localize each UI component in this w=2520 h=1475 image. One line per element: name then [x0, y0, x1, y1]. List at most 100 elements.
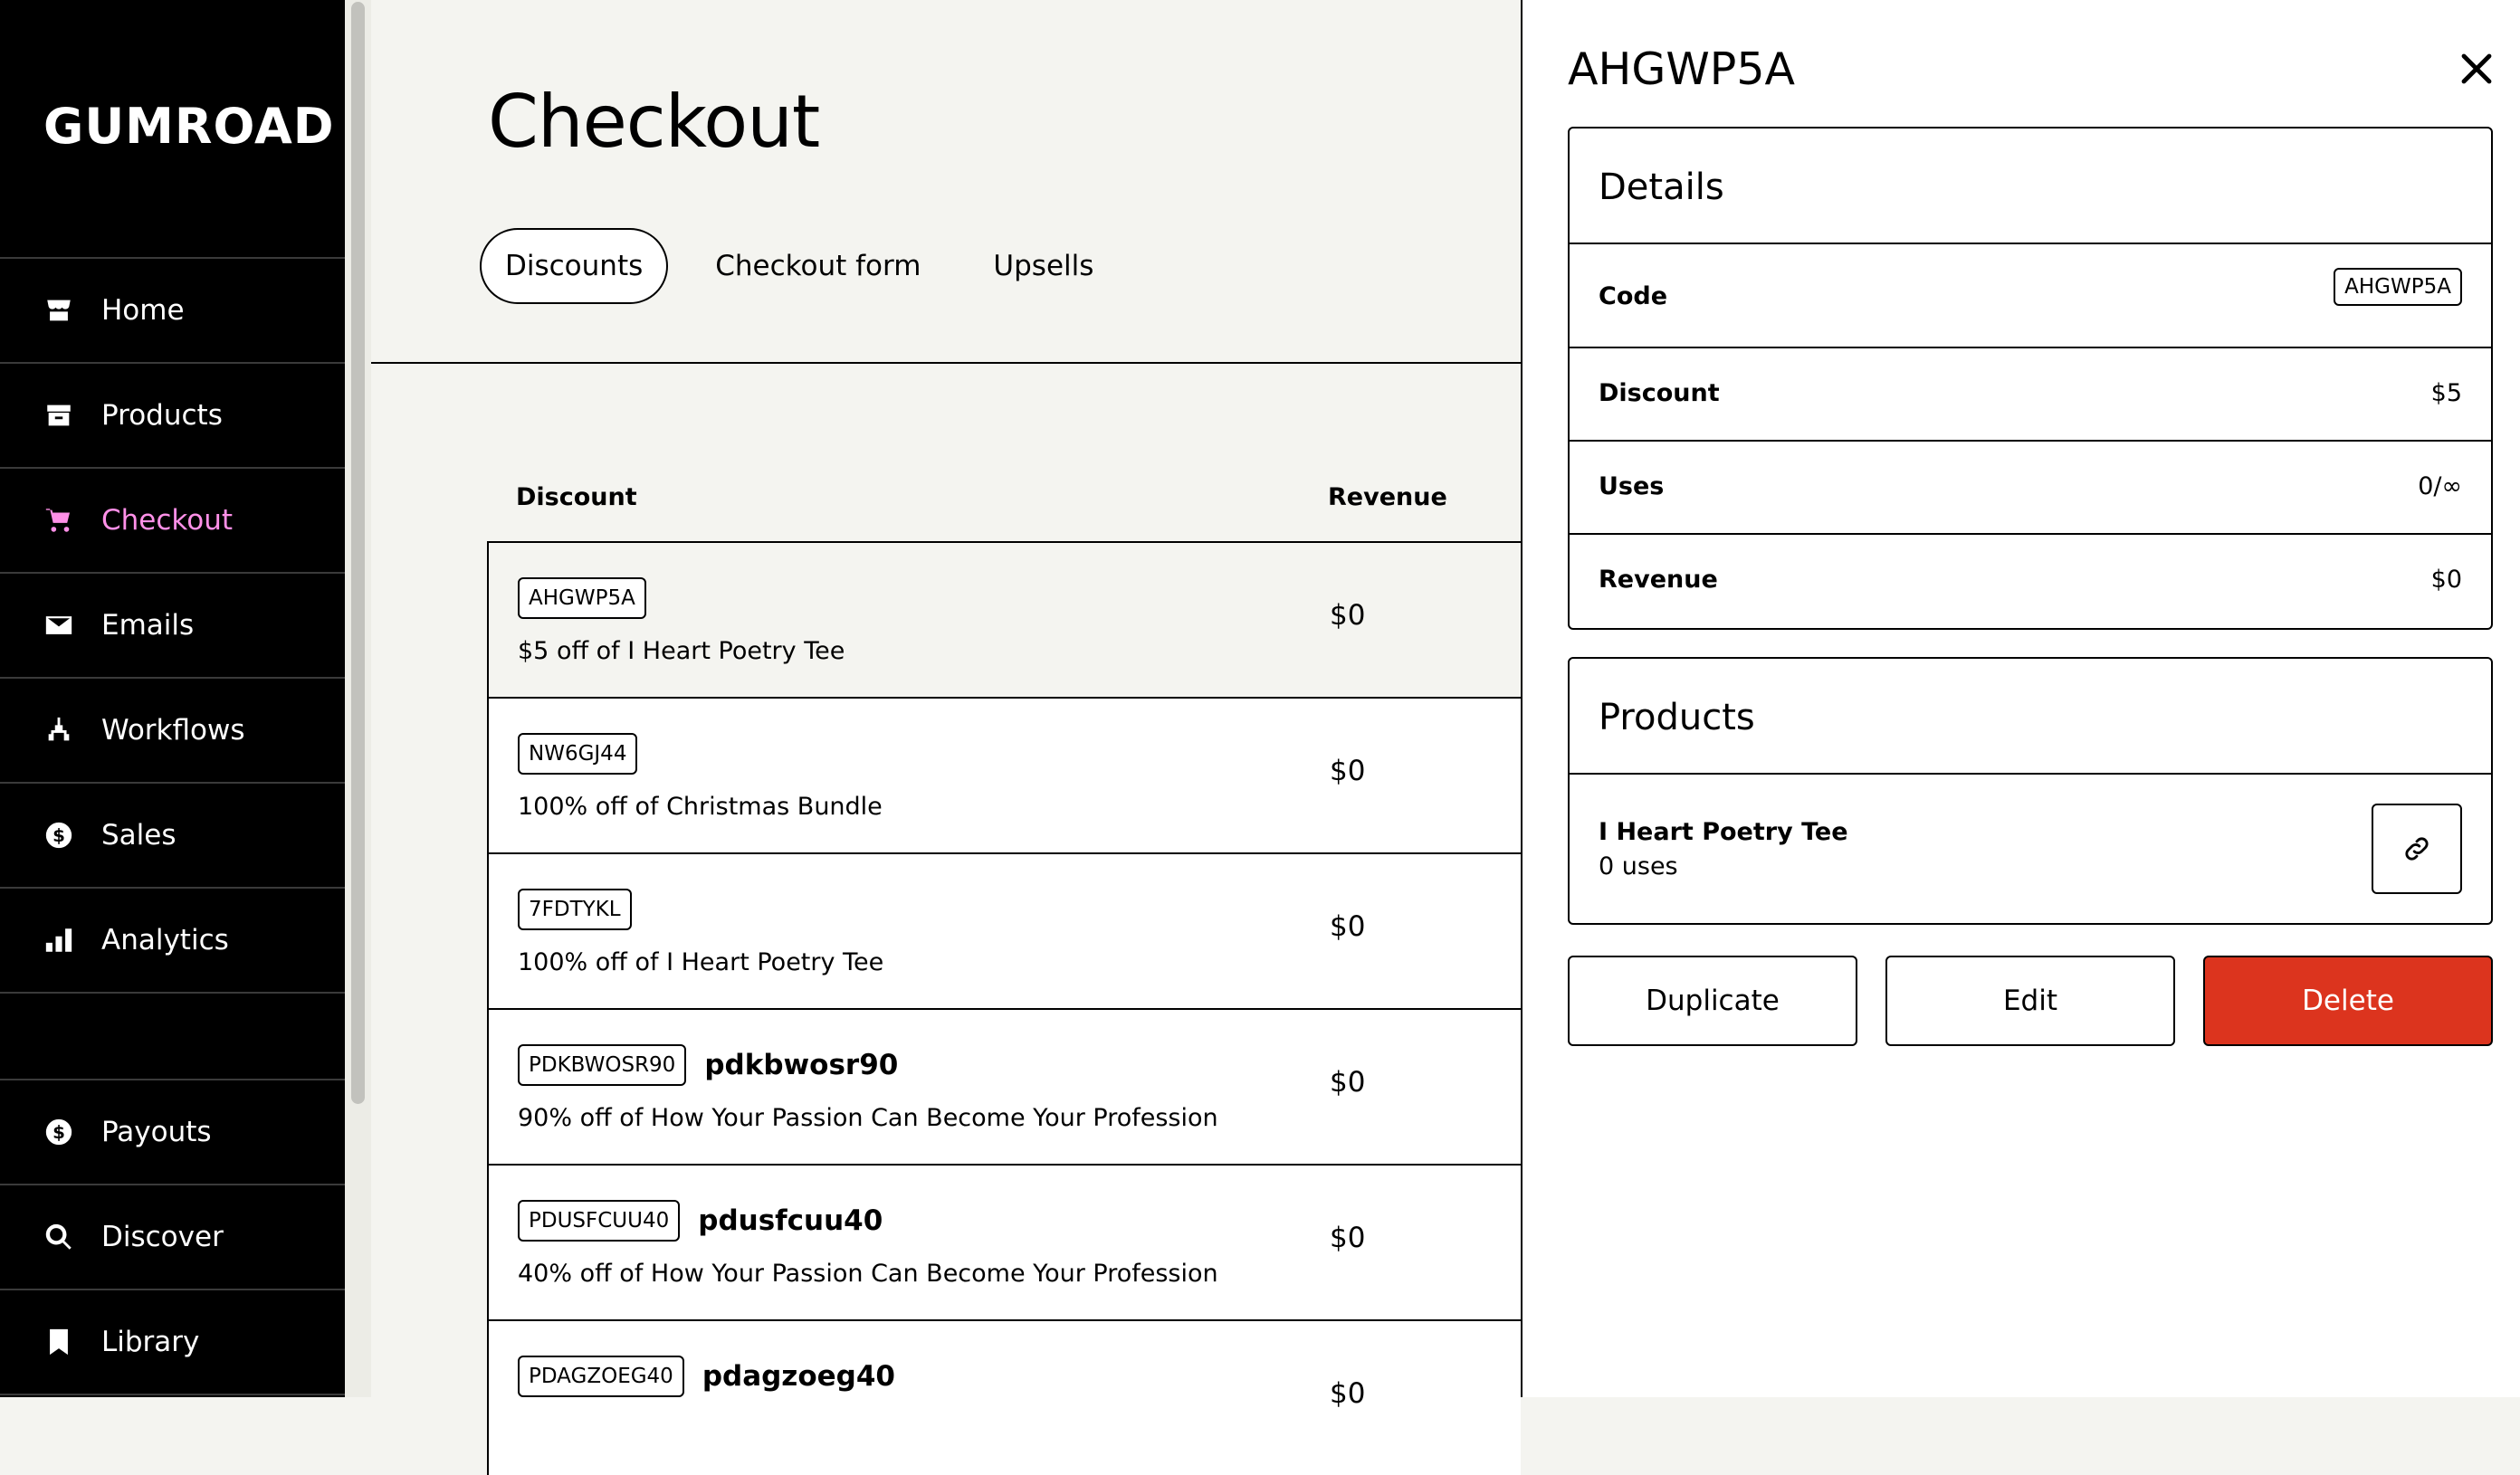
discount-description: $5 off of I Heart Poetry Tee: [518, 637, 845, 665]
discount-revenue: $0: [1330, 910, 1366, 943]
discount-detail-drawer: AHGWP5A Details Code AHGWP5A Discount $5…: [1521, 0, 2520, 1397]
drawer-title: AHGWP5A: [1568, 43, 1796, 95]
discount-code-badge: PDKBWOSR90: [518, 1044, 687, 1086]
sidebar: GUMROAD Home Products Checkout Emails Wo…: [0, 0, 345, 1397]
delete-button[interactable]: Delete: [2203, 956, 2493, 1046]
sidebar-item-library[interactable]: Library: [0, 1289, 345, 1394]
link-icon: [2405, 837, 2429, 861]
sidebar-item-label: Emails: [101, 609, 195, 642]
discount-code-badge: PDUSFCUU40: [518, 1200, 681, 1242]
sidebar-item-label: Payouts: [101, 1116, 212, 1148]
search-icon: [45, 1223, 72, 1250]
bar-chart-icon: [45, 928, 72, 952]
duplicate-button[interactable]: Duplicate: [1568, 956, 1857, 1046]
sidebar-item-discover[interactable]: Discover: [0, 1184, 345, 1289]
tab-upsells[interactable]: Upsells: [968, 228, 1119, 304]
sidebar-item-label: Products: [101, 399, 223, 432]
main-content: Checkout Discounts Checkout form Upsells…: [371, 0, 1521, 1475]
header-divider: [371, 362, 1521, 364]
detail-code: Code AHGWP5A: [1570, 244, 2491, 348]
discount-name: pdagzoeg40: [702, 1360, 895, 1393]
sidebar-item-label: Analytics: [101, 924, 229, 956]
discount-revenue: $0: [1330, 599, 1366, 632]
sidebar-item-sales[interactable]: $ Sales: [0, 782, 345, 887]
sidebar-item-emails[interactable]: Emails: [0, 572, 345, 677]
discount-code-badge: NW6GJ44: [518, 733, 638, 775]
discount-name: pdusfcuu40: [698, 1204, 883, 1237]
table-row[interactable]: AHGWP5A $5 off of I Heart Poetry Tee $0: [487, 541, 1521, 697]
sidebar-item-home[interactable]: Home: [0, 257, 345, 362]
detail-label: Revenue: [1599, 566, 1718, 594]
details-card: Details Code AHGWP5A Discount $5 Uses 0/…: [1568, 127, 2493, 630]
discount-code-badge: 7FDTYKL: [518, 889, 632, 930]
sidebar-item-label: Sales: [101, 819, 177, 852]
detail-label: Discount: [1599, 379, 1720, 407]
tab-checkout-form[interactable]: Checkout form: [690, 228, 946, 304]
table-row[interactable]: PDAGZOEG40 pdagzoeg40 $0: [487, 1319, 1521, 1475]
dollar-circle-icon: $: [45, 1118, 72, 1146]
envelope-icon: [45, 616, 72, 634]
products-card: Products I Heart Poetry Tee 0 uses: [1568, 657, 2493, 925]
column-header-revenue[interactable]: Revenue: [1328, 483, 1447, 511]
details-heading: Details: [1570, 128, 2491, 244]
cart-icon: [45, 509, 71, 532]
gumroad-logo[interactable]: GUMROAD: [43, 98, 335, 155]
sidebar-item-analytics[interactable]: Analytics: [0, 887, 345, 992]
discount-revenue: $0: [1330, 1222, 1366, 1254]
discount-revenue: $0: [1330, 1066, 1366, 1099]
table-header: Discount Revenue: [487, 471, 1521, 541]
detail-discount: Discount $5: [1570, 348, 2491, 442]
sidebar-item-payouts[interactable]: $ Payouts: [0, 1079, 345, 1184]
workflow-icon: [48, 717, 70, 741]
sidebar-divider: [0, 992, 345, 994]
sidebar-item-products[interactable]: Products: [0, 362, 345, 467]
sidebar-divider: [0, 1394, 345, 1395]
detail-value: $5: [2430, 379, 2462, 407]
scrollbar-thumb[interactable]: [351, 2, 365, 1104]
svg-text:$: $: [52, 825, 65, 846]
discount-revenue: $0: [1330, 1377, 1366, 1410]
discount-description: 100% off of I Heart Poetry Tee: [518, 948, 884, 976]
sidebar-item-label: Checkout: [101, 504, 234, 537]
close-icon: [2461, 53, 2492, 84]
checkout-tabs: Discounts Checkout form Upsells: [480, 228, 1141, 304]
discount-code-badge: AHGWP5A: [518, 577, 646, 619]
sidebar-item-label: Library: [101, 1326, 200, 1358]
table-row[interactable]: PDUSFCUU40 pdusfcuu40 40% off of How You…: [487, 1164, 1521, 1319]
discount-description: 40% off of How Your Passion Can Become Y…: [518, 1260, 1218, 1288]
discount-code-badge: PDAGZOEG40: [518, 1356, 684, 1397]
sidebar-item-label: Workflows: [101, 714, 245, 747]
product-uses: 0 uses: [1599, 852, 1678, 880]
copy-link-button[interactable]: [2372, 804, 2462, 894]
sidebar-item-workflows[interactable]: Workflows: [0, 677, 345, 782]
bookmark-icon: [50, 1328, 68, 1356]
sidebar-item-label: Home: [101, 294, 185, 327]
discount-name: pdkbwosr90: [704, 1049, 899, 1081]
dollar-circle-icon: $: [45, 822, 72, 849]
page-title: Checkout: [488, 80, 820, 164]
product-item: I Heart Poetry Tee 0 uses: [1570, 775, 2491, 923]
detail-label: Uses: [1599, 472, 1665, 500]
tab-discounts[interactable]: Discounts: [480, 228, 669, 304]
discount-description: 90% off of How Your Passion Can Become Y…: [518, 1104, 1218, 1132]
products-heading: Products: [1570, 659, 2491, 775]
product-name: I Heart Poetry Tee: [1599, 818, 1848, 846]
discount-revenue: $0: [1330, 755, 1366, 787]
table-row[interactable]: NW6GJ44 100% off of Christmas Bundle $0: [487, 697, 1521, 852]
detail-label: Code: [1599, 282, 1668, 310]
column-header-discount[interactable]: Discount: [516, 483, 637, 511]
table-row[interactable]: PDKBWOSR90 pdkbwosr90 90% off of How You…: [487, 1008, 1521, 1164]
sidebar-item-label: Discover: [101, 1221, 224, 1253]
discount-code-badge: AHGWP5A: [2334, 268, 2462, 306]
detail-value: $0: [2430, 566, 2462, 594]
svg-text:$: $: [52, 1122, 65, 1143]
close-button[interactable]: [2455, 47, 2498, 90]
table-row[interactable]: 7FDTYKL 100% off of I Heart Poetry Tee $…: [487, 852, 1521, 1008]
detail-uses: Uses 0/∞: [1570, 442, 2491, 535]
discounts-table: Discount Revenue AHGWP5A $5 off of I Hea…: [487, 471, 1521, 1475]
edit-button[interactable]: Edit: [1885, 956, 2175, 1046]
detail-value: 0/∞: [2418, 472, 2462, 500]
sidebar-item-checkout[interactable]: Checkout: [0, 467, 345, 572]
archive-icon: [47, 404, 71, 426]
discount-description: 100% off of Christmas Bundle: [518, 793, 883, 821]
